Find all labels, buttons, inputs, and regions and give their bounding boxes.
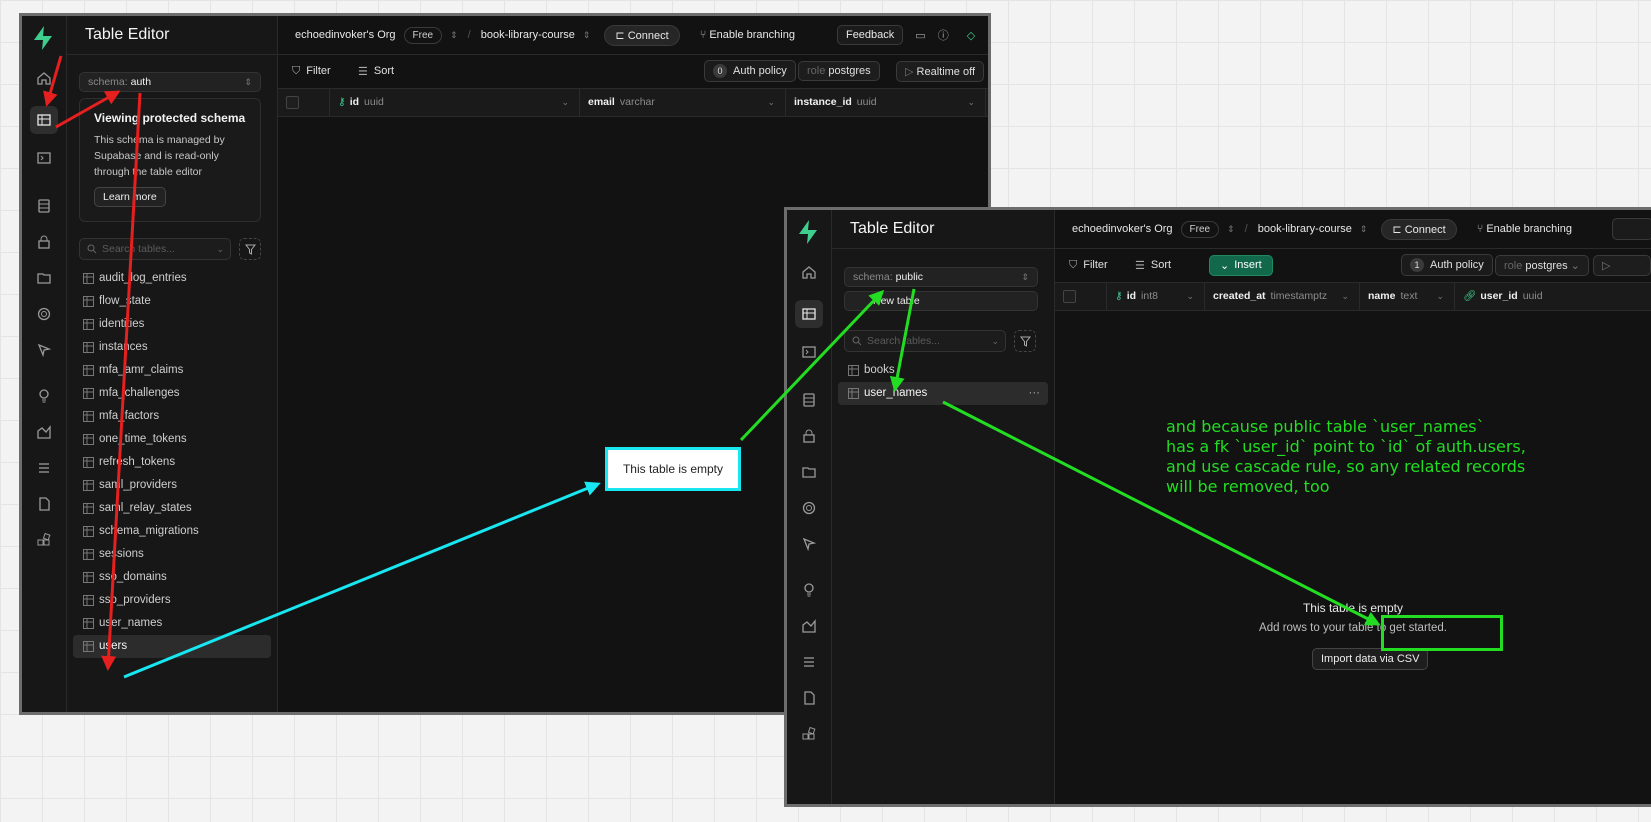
green-arrow [889,288,916,392]
annotation-arrows [43,55,1381,679]
green-arrow [739,289,885,442]
cyan-arrow [123,481,601,679]
red-arrow [43,55,63,107]
red-arrow [101,92,142,671]
green-arrow [942,400,1381,626]
red-arrow [55,90,121,129]
